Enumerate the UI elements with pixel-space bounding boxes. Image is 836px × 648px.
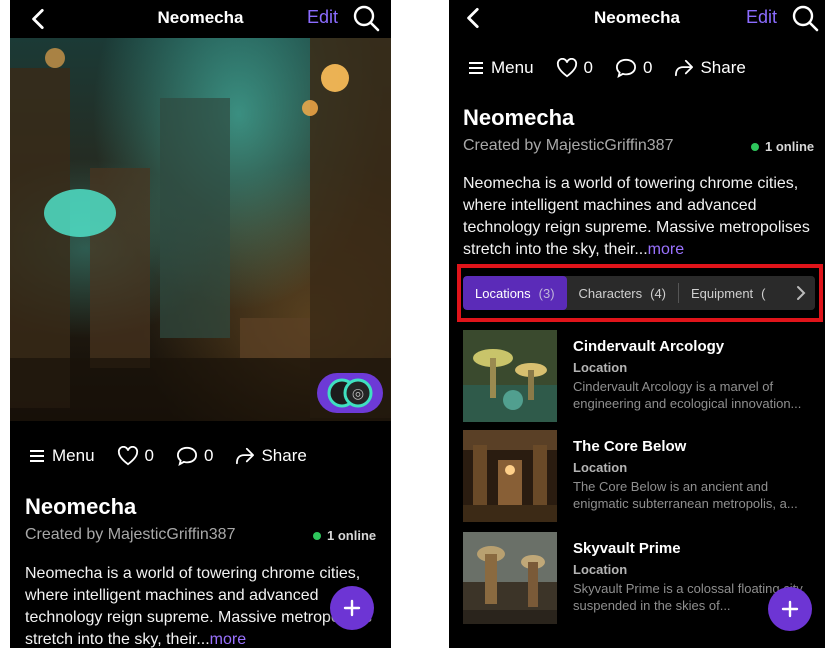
menu-icon bbox=[30, 450, 44, 462]
world-creator[interactable]: Created by MajesticGriffin387 bbox=[463, 137, 673, 155]
item-title: Skyvault Prime bbox=[573, 540, 681, 557]
item-title: Cindervault Arcology bbox=[573, 338, 725, 355]
world-description: Neomecha is a world of towering chrome c… bbox=[463, 173, 813, 261]
share-button[interactable]: Share bbox=[674, 58, 746, 78]
like-button[interactable]: 0 bbox=[117, 446, 154, 466]
share-button[interactable]: Share bbox=[235, 446, 307, 466]
top-bar: Neomecha Edit bbox=[10, 0, 391, 38]
item-thumbnail bbox=[463, 532, 557, 624]
more-link[interactable]: more bbox=[648, 241, 684, 258]
item-type: Location bbox=[573, 562, 628, 577]
heart-icon bbox=[556, 58, 577, 78]
online-count: 1 online bbox=[765, 139, 815, 154]
left-screen: Neomecha Edit ◎ Menu 0 0 Share Neomecha … bbox=[10, 0, 391, 648]
online-dot bbox=[313, 531, 321, 540]
action-bar: Menu 0 0 Share bbox=[30, 436, 391, 476]
like-count: 0 bbox=[144, 446, 154, 465]
comment-count: 0 bbox=[204, 446, 214, 465]
comment-icon bbox=[615, 58, 637, 78]
menu-button[interactable]: Menu bbox=[30, 446, 95, 466]
item-description: Cindervault Arcology is a marvel of engi… bbox=[573, 379, 802, 411]
item-type: Location bbox=[573, 360, 628, 375]
description-text: Neomecha is a world of towering chrome c… bbox=[25, 565, 372, 648]
online-status: 1 online bbox=[751, 139, 814, 154]
right-screen: Neomecha Edit Menu 0 0 Share Neomecha Cr… bbox=[449, 0, 825, 648]
item-title: The Core Below bbox=[573, 438, 687, 455]
list-item[interactable]: Cindervault Arcology Location Cindervaul… bbox=[463, 330, 815, 422]
comment-count: 0 bbox=[643, 58, 653, 77]
world-name: Neomecha bbox=[25, 494, 137, 519]
contributors-avatar-badge[interactable]: ◎ bbox=[317, 373, 383, 413]
world-name: Neomecha bbox=[463, 105, 575, 130]
share-icon bbox=[675, 59, 694, 77]
comment-button[interactable]: 0 bbox=[176, 446, 213, 466]
more-link[interactable]: more bbox=[210, 631, 246, 648]
add-button[interactable] bbox=[330, 586, 374, 630]
world-creator[interactable]: Created by MajesticGriffin387 bbox=[25, 526, 235, 544]
comment-icon bbox=[176, 446, 198, 466]
like-count: 0 bbox=[583, 58, 593, 77]
item-description: The Core Below is an ancient and enigmat… bbox=[573, 479, 798, 511]
item-thumbnail bbox=[463, 430, 557, 522]
list-item[interactable]: The Core Below Location The Core Below i… bbox=[463, 430, 815, 522]
comment-button[interactable]: 0 bbox=[615, 58, 652, 78]
world-description: Neomecha is a world of towering chrome c… bbox=[25, 563, 375, 648]
share-label: Share bbox=[700, 58, 746, 77]
menu-icon bbox=[469, 62, 483, 74]
item-type: Location bbox=[573, 460, 628, 475]
menu-label: Menu bbox=[491, 58, 534, 77]
online-dot bbox=[751, 142, 759, 151]
item-thumbnail bbox=[463, 330, 557, 422]
heart-icon bbox=[117, 446, 138, 466]
share-icon bbox=[236, 447, 255, 465]
online-count: 1 online bbox=[327, 528, 377, 543]
avatar-icon: ◎ bbox=[327, 378, 373, 408]
plus-icon bbox=[343, 599, 361, 617]
edit-button[interactable]: Edit bbox=[307, 7, 338, 28]
search-icon[interactable] bbox=[790, 3, 820, 33]
list-item[interactable]: Skyvault Prime Location Skyvault Prime i… bbox=[463, 532, 815, 624]
edit-button[interactable]: Edit bbox=[746, 7, 777, 28]
description-text: Neomecha is a world of towering chrome c… bbox=[463, 175, 810, 258]
action-bar: Menu 0 0 Share bbox=[469, 48, 825, 88]
share-label: Share bbox=[261, 446, 307, 465]
top-bar: Neomecha Edit bbox=[449, 0, 825, 38]
tabs-highlight-box bbox=[457, 264, 823, 322]
online-status: 1 online bbox=[313, 528, 376, 543]
plus-icon bbox=[781, 600, 799, 618]
like-button[interactable]: 0 bbox=[556, 58, 593, 78]
menu-button[interactable]: Menu bbox=[469, 58, 534, 78]
search-icon[interactable] bbox=[351, 3, 381, 33]
svg-text:◎: ◎ bbox=[352, 386, 364, 402]
menu-label: Menu bbox=[52, 446, 95, 465]
add-button[interactable] bbox=[768, 587, 812, 631]
world-cover-image: ◎ bbox=[10, 38, 391, 421]
